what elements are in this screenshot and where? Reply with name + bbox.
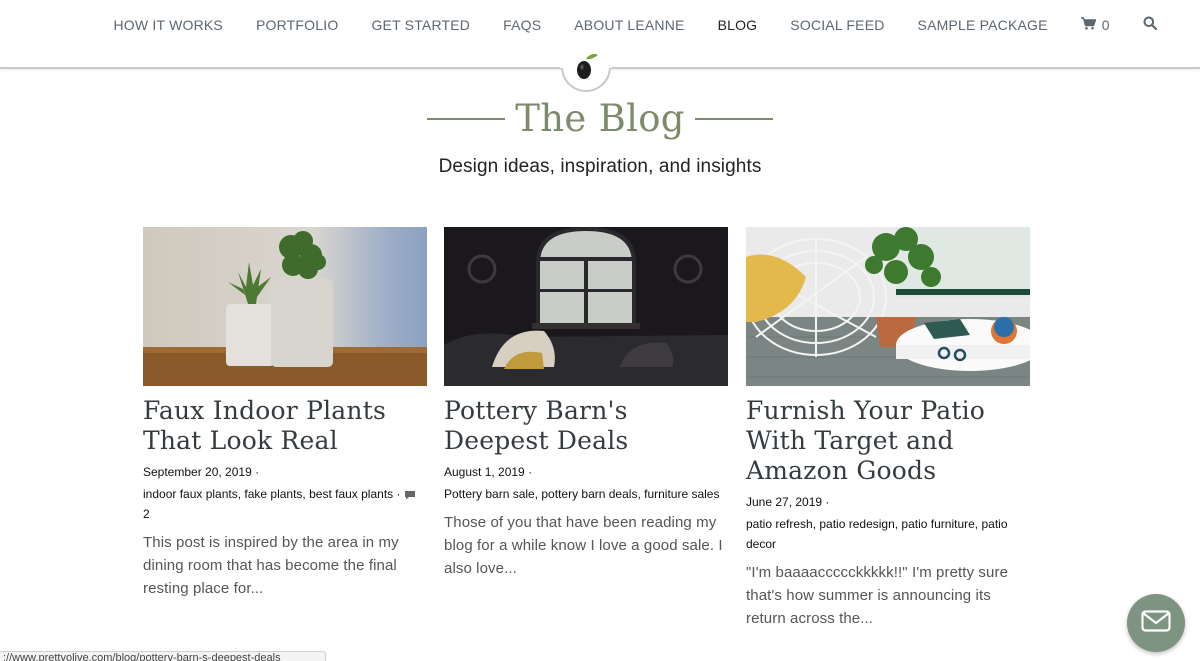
- cart-icon: [1080, 15, 1096, 35]
- post-thumbnail[interactable]: [746, 227, 1030, 386]
- nav-item-faqs[interactable]: FAQS: [487, 15, 558, 35]
- search-button[interactable]: [1126, 15, 1173, 35]
- page-heading: The Blog: [0, 96, 1200, 142]
- post-excerpt: This post is inspired by the area in my …: [143, 534, 399, 597]
- blog-post-card: Faux Indoor Plants That Look Real Septem…: [143, 227, 427, 600]
- nav-item-social-feed[interactable]: SOCIAL FEED: [774, 15, 901, 35]
- post-tag-list[interactable]: indoor faux plants, fake plants, best fa…: [143, 487, 400, 501]
- post-date: September 20, 2019 ·: [143, 465, 260, 479]
- nav-item-sample-package[interactable]: SAMPLE PACKAGE: [901, 15, 1064, 35]
- comment-icon[interactable]: [404, 490, 416, 500]
- blog-post-card: Furnish Your Patio With Target and Amazo…: [746, 227, 1030, 630]
- cart-count: 0: [1101, 17, 1110, 33]
- post-date: June 27, 2019 ·: [746, 495, 830, 509]
- heading-rule-left: [427, 118, 506, 120]
- nav-menu: HOW IT WORKS PORTFOLIO GET STARTED FAQS …: [97, 15, 1173, 35]
- post-tag-list[interactable]: Pottery barn sale, pottery barn deals, f…: [444, 487, 719, 501]
- post-title[interactable]: Faux Indoor Plants That Look Real: [143, 396, 427, 456]
- page-title: The Blog: [515, 97, 685, 140]
- post-tag-list[interactable]: patio refresh, patio redesign, patio fur…: [746, 517, 1008, 551]
- post-excerpt: "I'm baaaaccccckkkkk!!" I'm pretty sure …: [746, 564, 1009, 627]
- comment-count[interactable]: 2: [143, 507, 150, 521]
- nav-item-about-leanne[interactable]: ABOUT LEANNE: [558, 15, 701, 35]
- post-tags: patio refresh, patio redesign, patio fur…: [746, 514, 1030, 554]
- post-date: August 1, 2019 ·: [444, 465, 533, 479]
- nav-item-portfolio[interactable]: PORTFOLIO: [239, 15, 354, 35]
- heading-rule-right: [694, 118, 773, 120]
- envelope-icon: [1141, 609, 1171, 637]
- search-icon: [1143, 15, 1157, 35]
- post-thumbnail[interactable]: [143, 227, 427, 386]
- post-tags: Pottery barn sale, pottery barn deals, f…: [444, 484, 728, 504]
- olive-logo[interactable]: [560, 42, 612, 92]
- nav-item-how-it-works[interactable]: HOW IT WORKS: [97, 15, 239, 35]
- post-title[interactable]: Furnish Your Patio With Target and Amazo…: [746, 396, 1030, 486]
- post-tags: indoor faux plants, fake plants, best fa…: [143, 484, 427, 524]
- nav-item-get-started[interactable]: GET STARTED: [355, 15, 487, 35]
- blog-post-card: Pottery Barn's Deepest Deals August 1, 2…: [444, 227, 728, 580]
- post-excerpt: Those of you that have been reading my b…: [444, 514, 723, 577]
- nav-item-blog[interactable]: BLOG: [701, 15, 774, 35]
- post-title[interactable]: Pottery Barn's Deepest Deals: [444, 396, 728, 456]
- status-bar-url: ://www.prettyolive.com/blog/pottery-barn…: [0, 651, 326, 661]
- cart-link[interactable]: 0: [1064, 15, 1126, 35]
- page-subtitle: Design ideas, inspiration, and insights: [438, 156, 762, 177]
- contact-button[interactable]: [1127, 594, 1185, 652]
- olive-icon: [577, 54, 598, 79]
- post-thumbnail[interactable]: [444, 227, 728, 386]
